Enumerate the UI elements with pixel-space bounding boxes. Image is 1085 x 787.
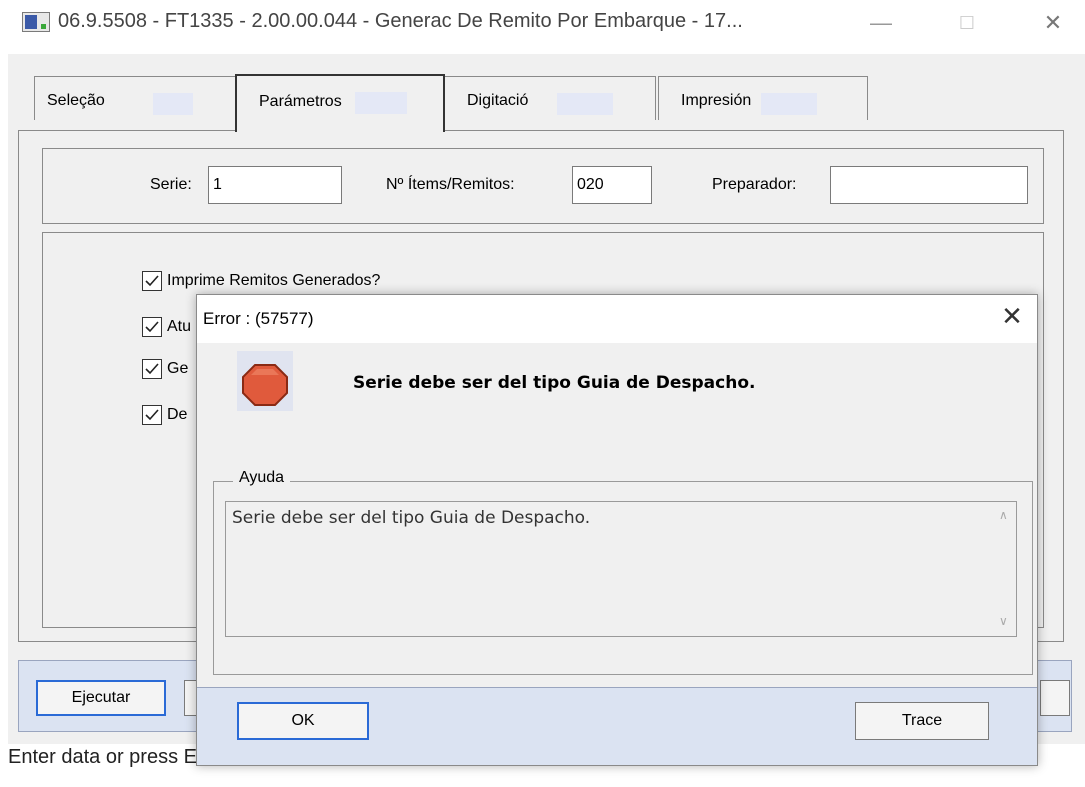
minimize-button[interactable]: — — [858, 4, 904, 42]
checkmark-icon — [145, 275, 159, 287]
checkmark-icon — [145, 321, 159, 333]
dialog-footer: OK Trace — [197, 687, 1037, 765]
checkbox-de[interactable] — [142, 405, 162, 425]
title-bar: 06.9.5508 - FT1335 - 2.00.00.044 - Gener… — [0, 0, 1085, 46]
help-text: Serie debe ser del tipo Guia de Despacho… — [232, 508, 591, 528]
serie-label: Serie: — [150, 176, 192, 193]
ok-button[interactable]: OK — [237, 702, 369, 740]
checkbox-ge[interactable] — [142, 359, 162, 379]
error-message: Serie debe ser del tipo Guia de Despacho… — [353, 373, 756, 393]
tab-digitacio[interactable]: Digitació — [444, 76, 656, 120]
help-scrollbar[interactable]: ∧ ∨ — [994, 502, 1016, 636]
maximize-button[interactable]: ☐ — [944, 4, 990, 42]
checkbox-atu[interactable] — [142, 317, 162, 337]
hidden-right-button[interactable] — [1040, 680, 1070, 716]
serie-input[interactable] — [208, 166, 342, 204]
tab-label: Impresión — [681, 92, 752, 109]
scroll-up-icon: ∧ — [999, 508, 1008, 522]
error-dialog: Error : (57577) ✕ Serie debe ser del tip… — [196, 294, 1038, 766]
trace-button[interactable]: Trace — [855, 702, 989, 740]
checkbox-label: Imprime Remitos Generados? — [167, 272, 381, 289]
checkbox-label: Ge — [167, 360, 189, 377]
tab-impresion[interactable]: Impresión — [658, 76, 868, 120]
checkbox-label: Atu — [167, 318, 192, 335]
dialog-close-icon[interactable]: ✕ — [997, 301, 1027, 331]
checkmark-icon — [145, 409, 159, 421]
app-icon — [22, 12, 50, 32]
items-remitos-label: Nº Ítems/Remitos: — [386, 176, 515, 193]
dialog-body: Serie debe ser del tipo Guia de Despacho… — [197, 343, 1037, 687]
tab-label: Seleção — [47, 92, 105, 109]
help-textarea[interactable]: Serie debe ser del tipo Guia de Despacho… — [225, 501, 1017, 637]
window-title: 06.9.5508 - FT1335 - 2.00.00.044 - Gener… — [58, 10, 743, 32]
checkbox-imprime-remitos[interactable] — [142, 271, 162, 291]
checkbox-label: De — [167, 406, 188, 423]
ejecutar-button[interactable]: Ejecutar — [36, 680, 166, 716]
preparador-label: Preparador: — [712, 176, 797, 193]
checkmark-icon — [145, 363, 159, 375]
scroll-down-icon: ∨ — [999, 614, 1008, 628]
items-remitos-input[interactable] — [572, 166, 652, 204]
tab-label: Digitació — [467, 92, 529, 109]
help-legend: Ayuda — [233, 469, 291, 487]
tab-label: Parámetros — [259, 93, 342, 110]
tab-selecao[interactable]: Seleção — [34, 76, 236, 120]
preparador-input[interactable] — [830, 166, 1028, 204]
stop-icon — [237, 351, 293, 411]
dialog-title: Error : (57577) — [203, 309, 314, 328]
close-button[interactable]: ✕ — [1030, 4, 1076, 42]
tab-parametros[interactable]: Parámetros — [235, 74, 445, 132]
